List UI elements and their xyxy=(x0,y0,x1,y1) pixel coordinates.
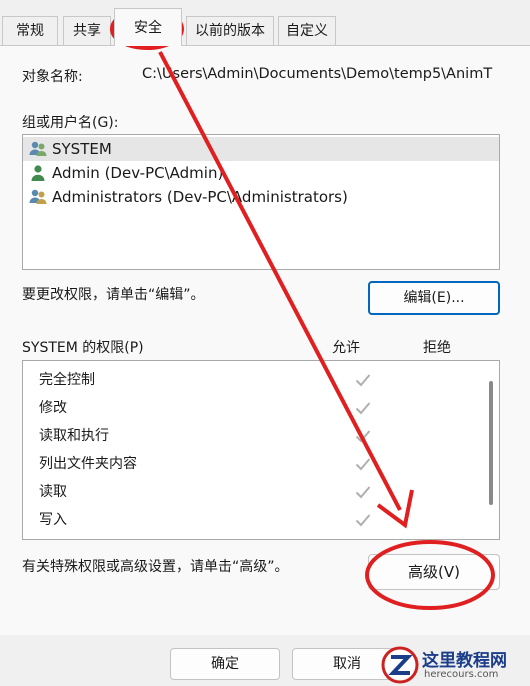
tab-general[interactable]: 常规 xyxy=(2,16,58,45)
list-item-admin[interactable]: Admin (Dev-PC\Admin) xyxy=(23,161,499,185)
permission-row-read: 读取 xyxy=(39,478,459,506)
watermark-logo: 这里教程网 herecours.com xyxy=(378,644,530,686)
watermark-site: 这里教程网 xyxy=(422,651,507,671)
check-icon xyxy=(355,430,371,443)
advanced-button[interactable]: 高级(V) xyxy=(368,554,500,590)
tab-customize[interactable]: 自定义 xyxy=(278,16,336,45)
users-group-icon xyxy=(29,141,47,156)
list-item-label: Administrators (Dev-PC\Administrators) xyxy=(52,188,348,206)
permission-name: 读取和执行 xyxy=(39,428,109,444)
check-icon xyxy=(355,486,371,499)
object-name-value: C:\Users\Admin\Documents\Demo\temp5\Anim… xyxy=(142,66,493,82)
list-item-administrators[interactable]: Administrators (Dev-PC\Administrators) xyxy=(23,185,499,209)
check-icon xyxy=(355,402,371,415)
permission-name: 读取 xyxy=(39,484,67,500)
list-item-label: SYSTEM xyxy=(52,140,112,158)
advanced-hint: 有关特殊权限或高级设置，请单击“高级”。 xyxy=(22,559,289,575)
list-item-system[interactable]: SYSTEM xyxy=(23,137,499,161)
permission-name: 修改 xyxy=(39,400,67,416)
permission-row-list-folder: 列出文件夹内容 xyxy=(39,450,459,478)
list-item-label: Admin (Dev-PC\Admin) xyxy=(52,164,224,182)
permission-name: 列出文件夹内容 xyxy=(39,456,137,472)
user-icon xyxy=(31,165,45,181)
ok-button[interactable]: 确定 xyxy=(170,648,280,680)
permission-row-write: 写入 xyxy=(39,506,459,534)
edit-button[interactable]: 编辑(E)... xyxy=(368,281,500,315)
permission-row-read-execute: 读取和执行 xyxy=(39,422,459,450)
allow-column-header: 允许 xyxy=(332,340,360,356)
permissions-list[interactable]: 完全控制 修改 读取和执行 列出文件夹内容 读取 写入 xyxy=(22,360,500,540)
groups-listbox[interactable]: SYSTEM Admin (Dev-PC\Admin) Administrato… xyxy=(22,134,500,270)
deny-column-header: 拒绝 xyxy=(423,340,451,356)
tab-sharing[interactable]: 共享 xyxy=(63,16,111,45)
permission-name: 写入 xyxy=(39,512,67,528)
check-icon xyxy=(355,458,371,471)
permissions-label: SYSTEM 的权限(P) xyxy=(22,340,144,356)
tab-security[interactable]: 安全 xyxy=(114,8,182,46)
permissions-scrollbar[interactable] xyxy=(489,381,493,505)
permission-row-full-control: 完全控制 xyxy=(39,366,459,394)
groups-label: 组或用户名(G): xyxy=(22,115,119,131)
tab-strip: 常规 共享 安全 以前的版本 自定义 xyxy=(0,0,530,46)
edit-hint: 要更改权限，请单击“编辑”。 xyxy=(22,287,205,303)
users-group-icon xyxy=(29,189,47,204)
permission-name: 完全控制 xyxy=(39,372,95,388)
object-name-label: 对象名称: xyxy=(22,69,83,85)
check-icon xyxy=(355,514,371,527)
tab-previous-versions[interactable]: 以前的版本 xyxy=(186,16,274,45)
watermark-z-icon xyxy=(381,646,419,684)
watermark-url: herecours.com xyxy=(424,669,499,680)
check-icon xyxy=(355,374,371,387)
permission-row-modify: 修改 xyxy=(39,394,459,422)
